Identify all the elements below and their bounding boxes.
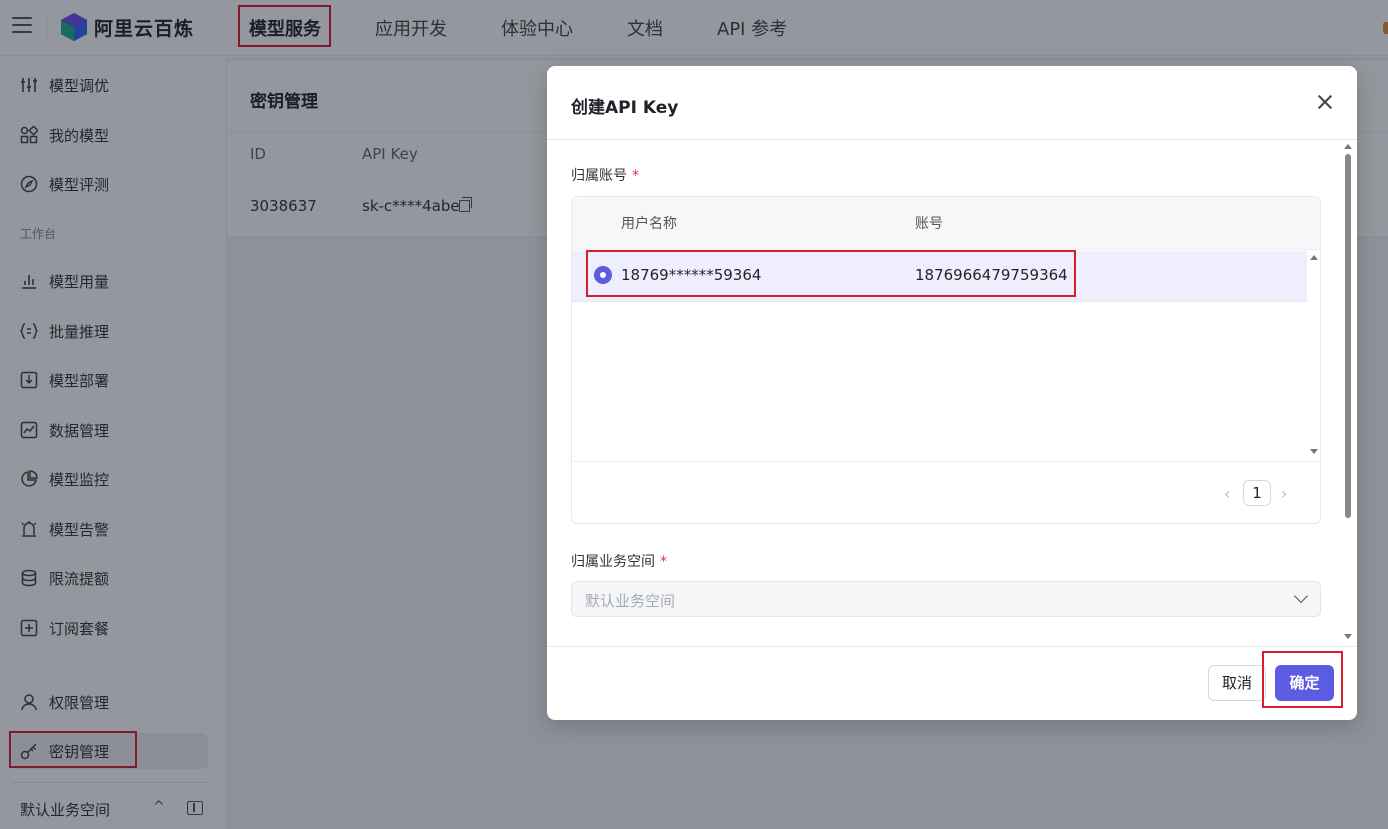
pager-next-icon[interactable]: › xyxy=(1281,484,1287,503)
scroll-up-icon[interactable] xyxy=(1344,144,1352,149)
pager-page-button[interactable]: 1 xyxy=(1243,480,1271,506)
workspace-label-text: 归属业务空间 xyxy=(571,554,655,570)
table-header: 用户名称 账号 xyxy=(572,197,1320,250)
dialog-title: 创建API Key xyxy=(571,98,679,118)
close-icon[interactable] xyxy=(1315,92,1335,112)
required-mark: * xyxy=(660,554,667,570)
account-field-label: 归属账号 * xyxy=(571,165,639,185)
scroll-down-icon[interactable] xyxy=(1310,449,1318,454)
create-api-key-dialog: 创建API Key 归属账号 * 用户名称 账号 18769******59364… xyxy=(547,66,1357,720)
required-mark: * xyxy=(632,168,639,184)
account-table: 用户名称 账号 18769******59364 187696647975936… xyxy=(571,196,1321,524)
cancel-button[interactable]: 取消 xyxy=(1208,665,1266,701)
divider xyxy=(547,139,1357,140)
divider xyxy=(572,461,1320,462)
highlight-box-row xyxy=(586,250,1076,297)
workspace-field-label: 归属业务空间 * xyxy=(571,551,667,571)
scroll-down-icon[interactable] xyxy=(1344,634,1352,639)
column-header-account: 账号 xyxy=(915,216,943,232)
dialog-scrollbar[interactable] xyxy=(1343,144,1353,642)
highlight-box-confirm xyxy=(1262,651,1343,708)
account-label-text: 归属账号 xyxy=(571,168,627,184)
pager-prev-icon[interactable]: ‹ xyxy=(1224,484,1230,503)
column-header-username: 用户名称 xyxy=(621,216,677,232)
chevron-down-icon xyxy=(1293,588,1309,604)
table-scrollbar[interactable] xyxy=(1307,251,1320,461)
scroll-up-icon[interactable] xyxy=(1310,255,1318,260)
workspace-select-value: 默认业务空间 xyxy=(585,592,676,610)
scroll-thumb[interactable] xyxy=(1345,154,1351,518)
divider xyxy=(547,646,1357,647)
workspace-select[interactable]: 默认业务空间 xyxy=(571,581,1321,617)
